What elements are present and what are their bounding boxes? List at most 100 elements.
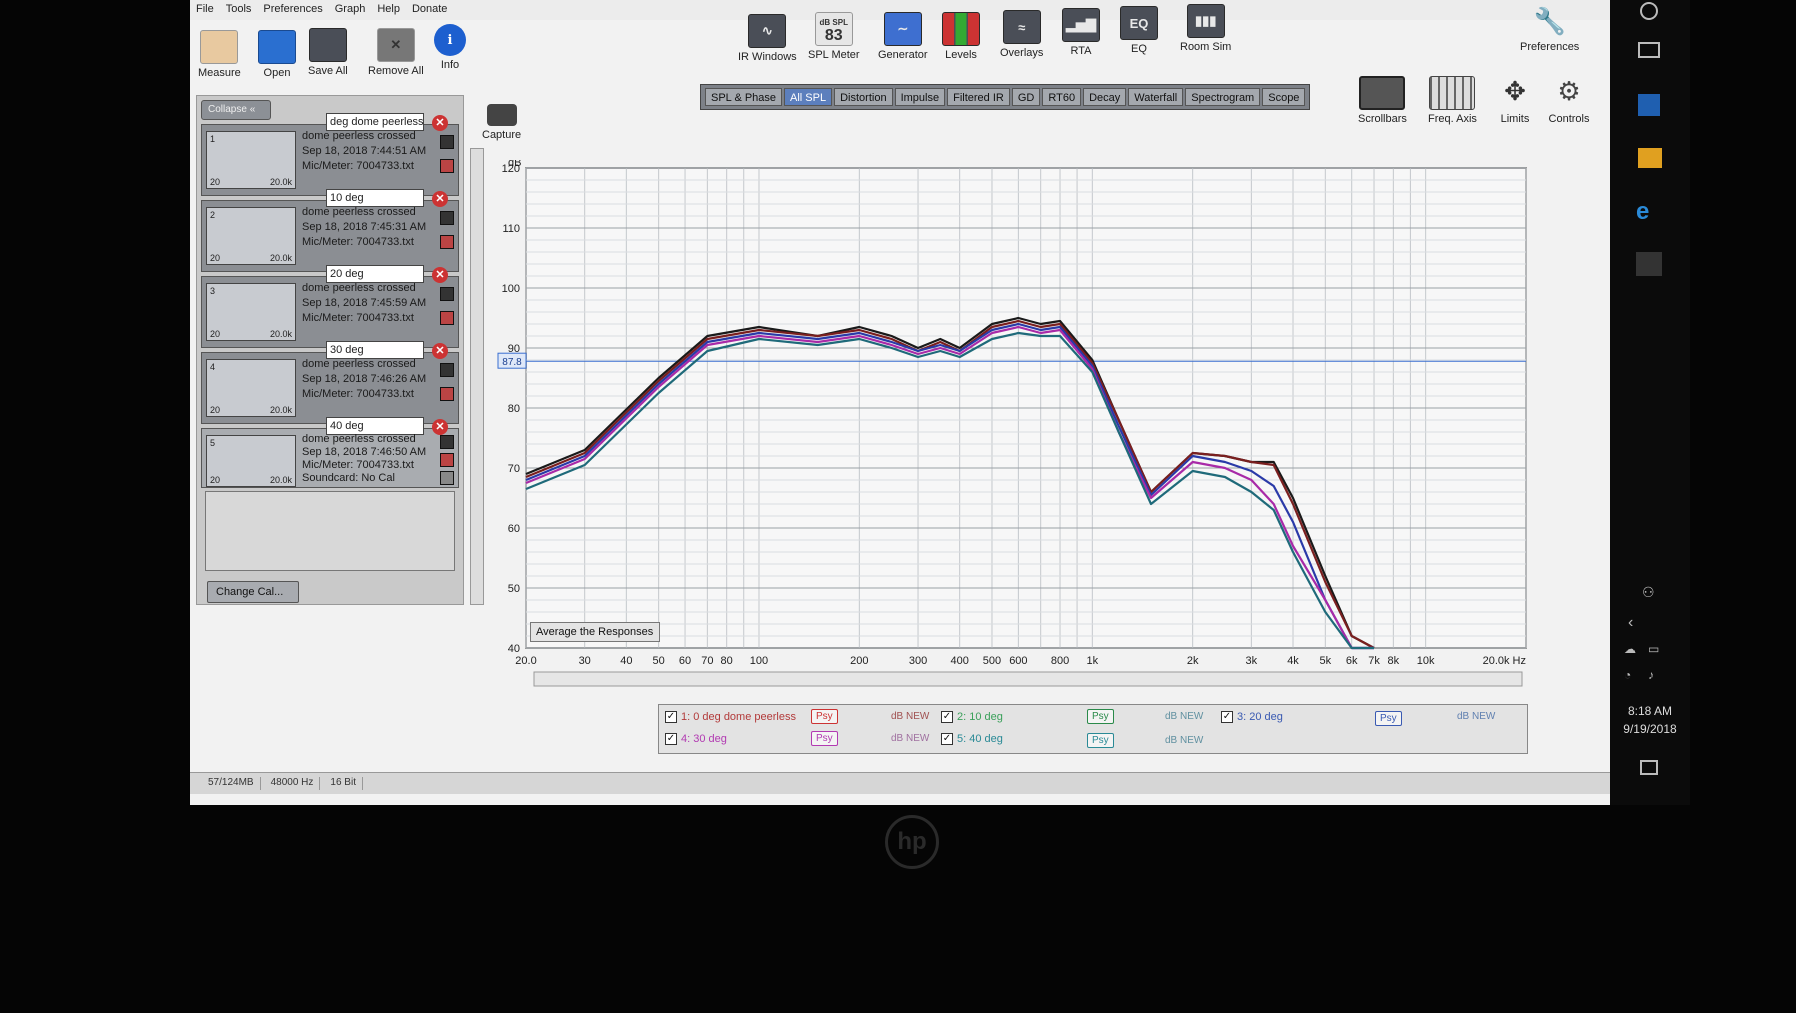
tab-waterfall[interactable]: Waterfall: [1128, 88, 1184, 106]
pen-icon[interactable]: [440, 387, 454, 401]
tab-all-spl[interactable]: All SPL: [784, 88, 833, 106]
measurement-item[interactable]: deg dome peerless ✕ 1 20 20.0k dome peer…: [201, 113, 459, 196]
limits-button[interactable]: ✥ Limits: [1492, 76, 1538, 125]
tab-spectrogram[interactable]: Spectrogram: [1185, 88, 1261, 106]
db-new-label[interactable]: dB NEW: [1165, 711, 1203, 722]
checkbox[interactable]: ✓: [941, 733, 953, 745]
legend-item-3[interactable]: ✓ 3: 20 deg: [1221, 711, 1283, 723]
x-tick-label: 70: [701, 655, 713, 667]
measurement-item[interactable]: 20 deg ✕ 3 20 20.0k dome peerless crosse…: [201, 265, 459, 348]
tab-scope[interactable]: Scope: [1262, 88, 1306, 106]
chevron-up-icon[interactable]: ‹: [1628, 614, 1633, 632]
save-icon[interactable]: [440, 435, 454, 449]
measure-button[interactable]: Measure: [198, 30, 241, 79]
cortana-icon[interactable]: [1640, 2, 1658, 20]
tab-distortion[interactable]: Distortion: [834, 88, 893, 106]
rta-button[interactable]: ▂▅▇ RTA: [1062, 8, 1100, 57]
db-new-label[interactable]: dB NEW: [1457, 711, 1495, 722]
close-icon[interactable]: ✕: [432, 343, 448, 359]
capture-button[interactable]: Capture: [482, 104, 521, 141]
legend-item-4[interactable]: ✓ 4: 30 deg: [665, 733, 727, 745]
measurement-item[interactable]: 10 deg ✕ 2 20 20.0k dome peerless crosse…: [201, 189, 459, 272]
overlays-button[interactable]: ≈ Overlays: [1000, 10, 1043, 59]
collapse-button[interactable]: Collapse «: [201, 100, 271, 120]
checkbox[interactable]: ✓: [665, 711, 677, 723]
save-icon[interactable]: [440, 135, 454, 149]
preferences-button[interactable]: 🔧 Preferences: [1520, 4, 1579, 54]
legend-item-5[interactable]: ✓ 5: 40 deg: [941, 733, 1003, 745]
spl-chart[interactable]: 120110100908070605040dB20.0 30 40 50 60 70 80 1…: [472, 157, 1552, 700]
menu-file[interactable]: File: [196, 3, 214, 17]
info-button[interactable]: i Info: [434, 24, 466, 71]
legend-item-2[interactable]: ✓ 2: 10 deg: [941, 711, 1003, 723]
tab-decay[interactable]: Decay: [1083, 88, 1127, 106]
edge-icon[interactable]: [1638, 94, 1660, 116]
save-icon[interactable]: [440, 211, 454, 225]
tab-spl-phase[interactable]: SPL & Phase: [705, 88, 783, 106]
db-new-label[interactable]: dB NEW: [891, 711, 929, 722]
psy-button[interactable]: Psy: [1087, 709, 1114, 724]
menu-tools[interactable]: Tools: [226, 3, 252, 17]
checkbox[interactable]: ✓: [941, 711, 953, 723]
change-cal-button[interactable]: Change Cal...: [207, 581, 299, 603]
pen-icon[interactable]: [440, 159, 454, 173]
freq-axis-button[interactable]: Freq. Axis: [1428, 76, 1477, 125]
menu-preferences[interactable]: Preferences: [263, 3, 322, 17]
clock-time[interactable]: 8:18 AM: [1610, 704, 1690, 718]
checkbox[interactable]: ✓: [665, 733, 677, 745]
open-button[interactable]: Open: [258, 30, 296, 79]
file-explorer-icon[interactable]: [1638, 148, 1662, 168]
close-icon[interactable]: ✕: [432, 115, 448, 131]
tab-impulse[interactable]: Impulse: [894, 88, 946, 106]
close-icon[interactable]: ✕: [432, 267, 448, 283]
checkbox[interactable]: ✓: [1221, 711, 1233, 723]
task-view-icon[interactable]: [1638, 42, 1660, 58]
ir-windows-button[interactable]: ∿ IR Windows: [738, 14, 797, 63]
remove-all-button[interactable]: ✕ Remove All: [368, 28, 424, 77]
close-icon[interactable]: ✕: [432, 419, 448, 435]
rew-taskbar-icon[interactable]: [1636, 252, 1662, 276]
internet-explorer-icon[interactable]: e: [1636, 198, 1662, 225]
notes-area[interactable]: [205, 491, 455, 571]
psy-button[interactable]: Psy: [811, 731, 838, 746]
measurement-item[interactable]: 30 deg ✕ 4 20 20.0k dome peerless crosse…: [201, 341, 459, 424]
menu-graph[interactable]: Graph: [335, 3, 366, 17]
pen-icon[interactable]: [440, 453, 454, 467]
close-icon[interactable]: ✕: [432, 191, 448, 207]
people-icon[interactable]: ⚇: [1642, 584, 1655, 601]
spl-graph[interactable]: 120 110 100 90 80 70 60 50 40 dB 20.0 30 40 50 60 70 80 1…: [472, 157, 1552, 700]
scrollbars-button[interactable]: Scrollbars: [1358, 76, 1407, 125]
room-sim-button[interactable]: ▮▮▮ Room Sim: [1180, 4, 1231, 53]
tab-gd[interactable]: GD: [1011, 88, 1041, 106]
notifications-icon[interactable]: [1640, 760, 1658, 775]
save-all-button[interactable]: Save All: [308, 28, 348, 77]
measurement-thumbnail: 4 20 20.0k: [206, 359, 296, 417]
clock-date[interactable]: 9/19/2018: [1610, 722, 1690, 736]
calibration-icon[interactable]: [440, 471, 454, 485]
psy-button[interactable]: Psy: [811, 709, 838, 724]
average-responses-button[interactable]: Average the Responses: [530, 622, 660, 642]
eq-button[interactable]: EQ EQ: [1120, 6, 1158, 55]
measurement-item[interactable]: 40 deg ✕ 5 20 20.0k dome peerless crosse…: [201, 417, 459, 488]
volume-icon[interactable]: ♪: [1648, 668, 1654, 682]
onedrive-icon[interactable]: ☁: [1624, 642, 1636, 656]
generator-button[interactable]: ∼ Generator: [878, 12, 928, 61]
levels-button[interactable]: Levels: [942, 12, 980, 61]
psy-button[interactable]: Psy: [1375, 711, 1402, 726]
pen-icon[interactable]: [440, 235, 454, 249]
wifi-icon[interactable]: ◔: [1624, 668, 1631, 682]
psy-button[interactable]: Psy: [1087, 733, 1114, 748]
controls-button[interactable]: ⚙ Controls: [1546, 76, 1592, 125]
menu-help[interactable]: Help: [377, 3, 400, 17]
db-new-label[interactable]: dB NEW: [891, 733, 929, 744]
menu-donate[interactable]: Donate: [412, 3, 447, 17]
save-icon[interactable]: [440, 287, 454, 301]
save-icon[interactable]: [440, 363, 454, 377]
tab-filtered-ir[interactable]: Filtered IR: [947, 88, 1010, 106]
battery-icon[interactable]: ▭: [1648, 642, 1659, 656]
spl-meter-button[interactable]: dB SPL 83 SPL Meter: [808, 12, 860, 61]
legend-item-1[interactable]: ✓ 1: 0 deg dome peerless: [665, 711, 796, 723]
db-new-label[interactable]: dB NEW: [1165, 735, 1203, 746]
pen-icon[interactable]: [440, 311, 454, 325]
tab-rt60[interactable]: RT60: [1042, 88, 1082, 106]
